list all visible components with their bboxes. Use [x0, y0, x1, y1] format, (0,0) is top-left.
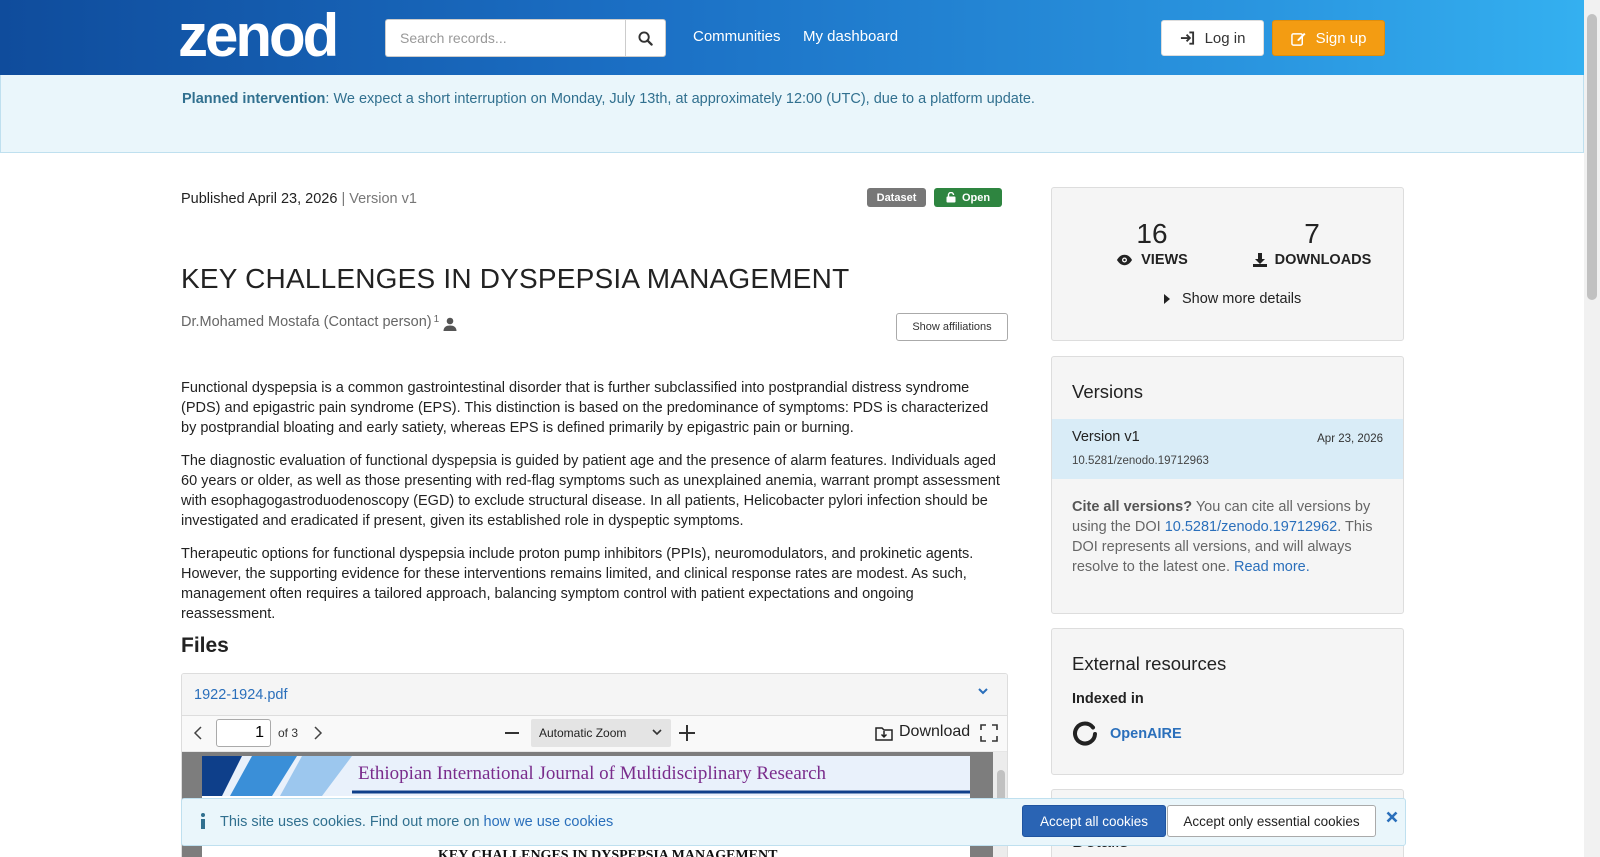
previous-page-icon[interactable] [192, 725, 204, 741]
views-count: 16 [1136, 218, 1168, 249]
page-count: of 3 [278, 726, 299, 740]
page-number-input[interactable] [216, 719, 271, 747]
author-name[interactable]: Dr.Mohamed Mostafa (Contact person) [181, 314, 432, 330]
cookie-policy-link[interactable]: how we use cookies [484, 814, 614, 830]
search-input[interactable] [385, 19, 625, 57]
downloads-label: DOWNLOADS [1247, 252, 1377, 268]
search-form [385, 19, 666, 57]
access-label: Open [961, 191, 991, 204]
views-stat: 16 VIEWS [1112, 218, 1192, 268]
login-label: Log in [1204, 29, 1246, 47]
creator: Dr.Mohamed Mostafa (Contact person) 1 [181, 314, 457, 331]
downloads-stat: 7 DOWNLOADS [1247, 218, 1377, 268]
cite-all-versions: Cite all versions? You can cite all vers… [1072, 499, 1373, 575]
version-item[interactable]: Version v1 Apr 23, 2026 10.5281/zenodo.1… [1052, 419, 1403, 479]
nav-communities[interactable]: Communities [693, 28, 781, 45]
login-button[interactable]: Log in [1161, 20, 1264, 56]
affiliation-index: 1 [433, 314, 440, 325]
downloads-count: 7 [1304, 218, 1320, 249]
external-resources-title: External resources [1072, 653, 1227, 674]
zenodo-logo[interactable]: zenodo [178, 6, 338, 62]
zoom-in-icon[interactable] [678, 724, 696, 742]
accept-essential-cookies-button[interactable]: Accept only essential cookies [1167, 805, 1376, 837]
search-icon [638, 30, 653, 46]
journal-name: Ethiopian International Journal of Multi… [358, 763, 827, 784]
zoom-value: Automatic Zoom [539, 726, 627, 740]
zoom-out-icon[interactable] [504, 724, 520, 742]
file-preview-header[interactable]: 1922-1924.pdf [182, 674, 1007, 716]
sign-in-icon [1180, 31, 1194, 45]
announcement-text: Planned intervention: We expect a short … [182, 91, 1035, 107]
page-scrollbar[interactable] [1584, 0, 1600, 857]
versions-card: Versions Version v1 Apr 23, 2026 10.5281… [1051, 356, 1404, 614]
signup-button[interactable]: Sign up [1272, 20, 1385, 56]
info-icon [201, 813, 205, 829]
announcement-banner: Planned intervention: We expect a short … [0, 75, 1584, 153]
version-label: | Version v1 [341, 191, 417, 207]
pdf-download-button[interactable]: Download [875, 723, 970, 741]
top-navbar: zenodo Communities My dashboard Log in S… [0, 0, 1584, 75]
search-button[interactable] [625, 19, 666, 57]
show-affiliations-button[interactable]: Show affiliations [896, 313, 1008, 341]
accept-all-cookies-button[interactable]: Accept all cookies [1022, 805, 1166, 837]
signup-label: Sign up [1315, 29, 1367, 47]
pdf-download-label: Download [899, 723, 971, 740]
fullscreen-icon[interactable] [980, 724, 998, 742]
views-label: VIEWS [1112, 252, 1192, 268]
next-page-icon[interactable] [312, 725, 324, 741]
cookie-banner: This site uses cookies. Find out more on… [181, 798, 1406, 846]
openaire-link[interactable]: OpenAIRE [1072, 721, 1182, 747]
cookie-message: This site uses cookies. Find out more on… [220, 814, 614, 830]
chevron-down-icon [652, 729, 662, 736]
download-icon [1252, 253, 1267, 267]
chevron-down-icon[interactable] [977, 686, 989, 696]
show-more-details-toggle[interactable]: Show more details [1164, 291, 1301, 307]
version-doi: 10.5281/zenodo.19712963 [1072, 455, 1209, 467]
external-resources-card: External resources Indexed in OpenAIRE [1051, 628, 1404, 775]
file-name-link[interactable]: 1922-1924.pdf [194, 687, 288, 703]
user-icon [443, 317, 457, 331]
caret-right-icon [1164, 294, 1170, 304]
description-paragraph: The diagnostic evaluation of functional … [181, 453, 1000, 529]
openaire-icon [1073, 721, 1097, 746]
download-icon [875, 726, 893, 741]
files-heading: Files [181, 634, 229, 657]
versions-title: Versions [1072, 381, 1143, 402]
document-title: KEY CHALLENGES IN DYSPEPSIA MANAGEMENT [438, 848, 778, 857]
svg-text:zenodo: zenodo [178, 6, 338, 62]
zoom-select[interactable]: Automatic Zoom [531, 719, 671, 747]
version-date: Apr 23, 2026 [1317, 433, 1383, 445]
publication-date: Published April 23, 2026 | Version v1 [181, 191, 417, 207]
edit-icon [1290, 32, 1306, 46]
eye-icon [1117, 254, 1133, 266]
description-paragraph: Functional dyspepsia is a common gastroi… [181, 380, 989, 436]
access-badge[interactable]: Open [934, 188, 1002, 207]
page-scrollbar-thumb[interactable] [1587, 14, 1597, 300]
stats-card: 16 VIEWS 7 DOWNLOADS Show more details [1051, 187, 1404, 341]
nav-my-dashboard[interactable]: My dashboard [803, 28, 898, 45]
read-more-link[interactable]: Read more. [1234, 559, 1310, 575]
unlock-icon [946, 192, 956, 203]
description-paragraph: Therapeutic options for functional dyspe… [181, 546, 974, 622]
indexed-in-label: Indexed in [1072, 691, 1144, 707]
version-name[interactable]: Version v1 [1072, 429, 1140, 445]
resource-type-badge: Dataset [867, 188, 926, 207]
close-icon[interactable] [1386, 811, 1398, 823]
record-title: KEY CHALLENGES IN DYSPEPSIA MANAGEMENT [181, 263, 850, 294]
pdf-toolbar: of 3 Automatic Zoom Download [182, 716, 1007, 752]
concept-doi-link[interactable]: 10.5281/zenodo.19712962 [1165, 519, 1338, 535]
